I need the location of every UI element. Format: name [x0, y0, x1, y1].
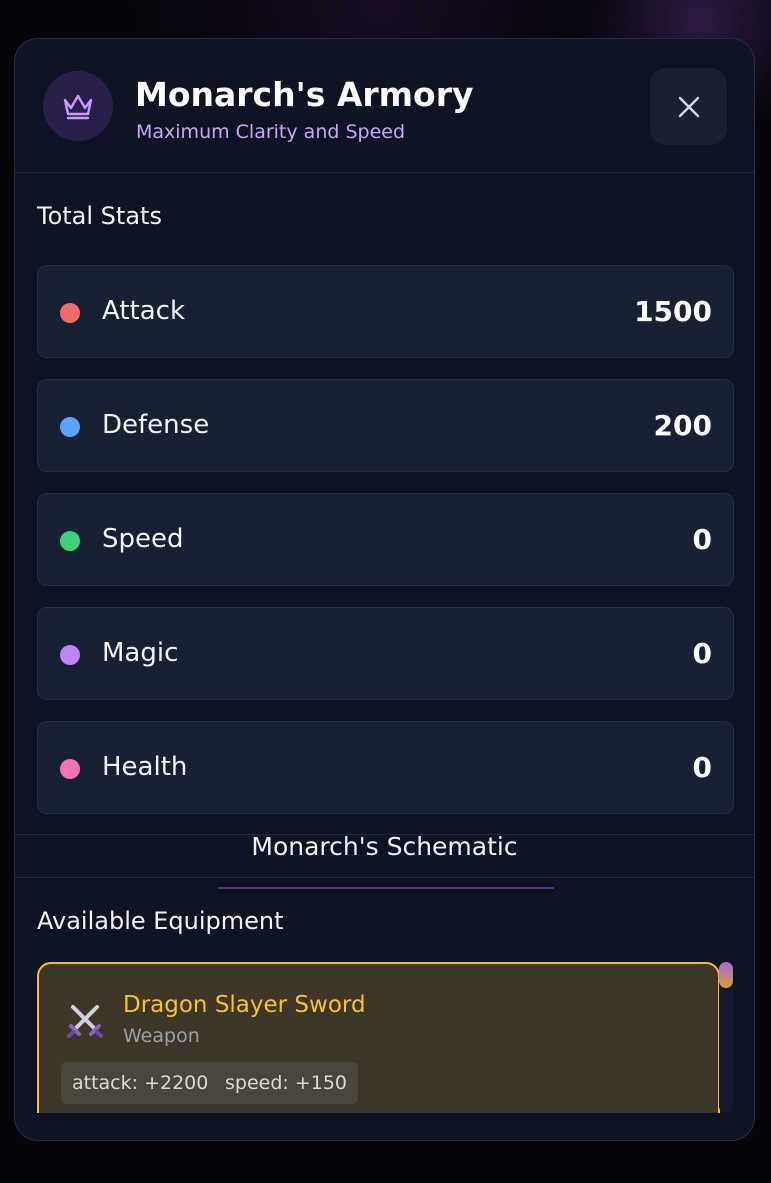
stat-dot	[60, 759, 80, 779]
stat-label: Defense	[102, 410, 210, 440]
stat-dot	[60, 531, 80, 551]
close-icon	[678, 96, 699, 117]
equipment-item-dragon-slayer-sword[interactable]: Dragon Slayer Sword Weapon attack: +2200…	[37, 962, 720, 1113]
stat-value: 200	[653, 409, 712, 442]
equipment-type: Weapon	[123, 1025, 200, 1047]
equipment-stat-tag: attack: +2200	[61, 1062, 220, 1104]
equipment-name: Dragon Slayer Sword	[123, 992, 366, 1018]
stat-value: 0	[692, 637, 712, 670]
scrollbar-thumb[interactable]	[719, 962, 733, 988]
stat-label: Magic	[102, 638, 179, 668]
stat-dot	[60, 303, 80, 323]
stat-value: 0	[692, 751, 712, 784]
close-button[interactable]	[650, 68, 727, 145]
stat-value: 1500	[634, 295, 712, 328]
stat-card-speed: Speed 0	[37, 493, 734, 586]
stat-card-health: Health 0	[37, 721, 734, 814]
modal-header: Monarch's Armory Maximum Clarity and Spe…	[15, 39, 754, 173]
stat-value: 0	[692, 523, 712, 556]
stat-label: Attack	[102, 296, 186, 326]
crown-icon	[63, 94, 93, 120]
tab-active-indicator	[218, 887, 554, 889]
modal-subtitle: Maximum Clarity and Speed	[136, 121, 406, 143]
stat-label: Speed	[102, 524, 184, 554]
schematic-tab-bar: Monarch's Schematic	[15, 834, 754, 878]
modal-title: Monarch's Armory	[135, 75, 474, 114]
stat-card-defense: Defense 200	[37, 379, 734, 472]
tab-monarchs-schematic[interactable]: Monarch's Schematic	[15, 834, 754, 859]
crossed-swords-icon	[67, 1005, 103, 1038]
stat-dot	[60, 417, 80, 437]
armory-modal: Monarch's Armory Maximum Clarity and Spe…	[14, 38, 755, 1141]
stat-dot	[60, 645, 80, 665]
stat-card-magic: Magic 0	[37, 607, 734, 700]
equipment-stat-tag: speed: +150	[214, 1062, 359, 1104]
available-equipment-heading: Available Equipment	[37, 907, 284, 935]
equipment-list: Dragon Slayer Sword Weapon attack: +2200…	[37, 962, 734, 1113]
crown-badge	[43, 71, 113, 141]
total-stats-heading: Total Stats	[37, 202, 162, 230]
equipment-scrollbar[interactable]	[719, 962, 733, 1113]
stat-label: Health	[102, 752, 188, 782]
stat-card-attack: Attack 1500	[37, 265, 734, 358]
